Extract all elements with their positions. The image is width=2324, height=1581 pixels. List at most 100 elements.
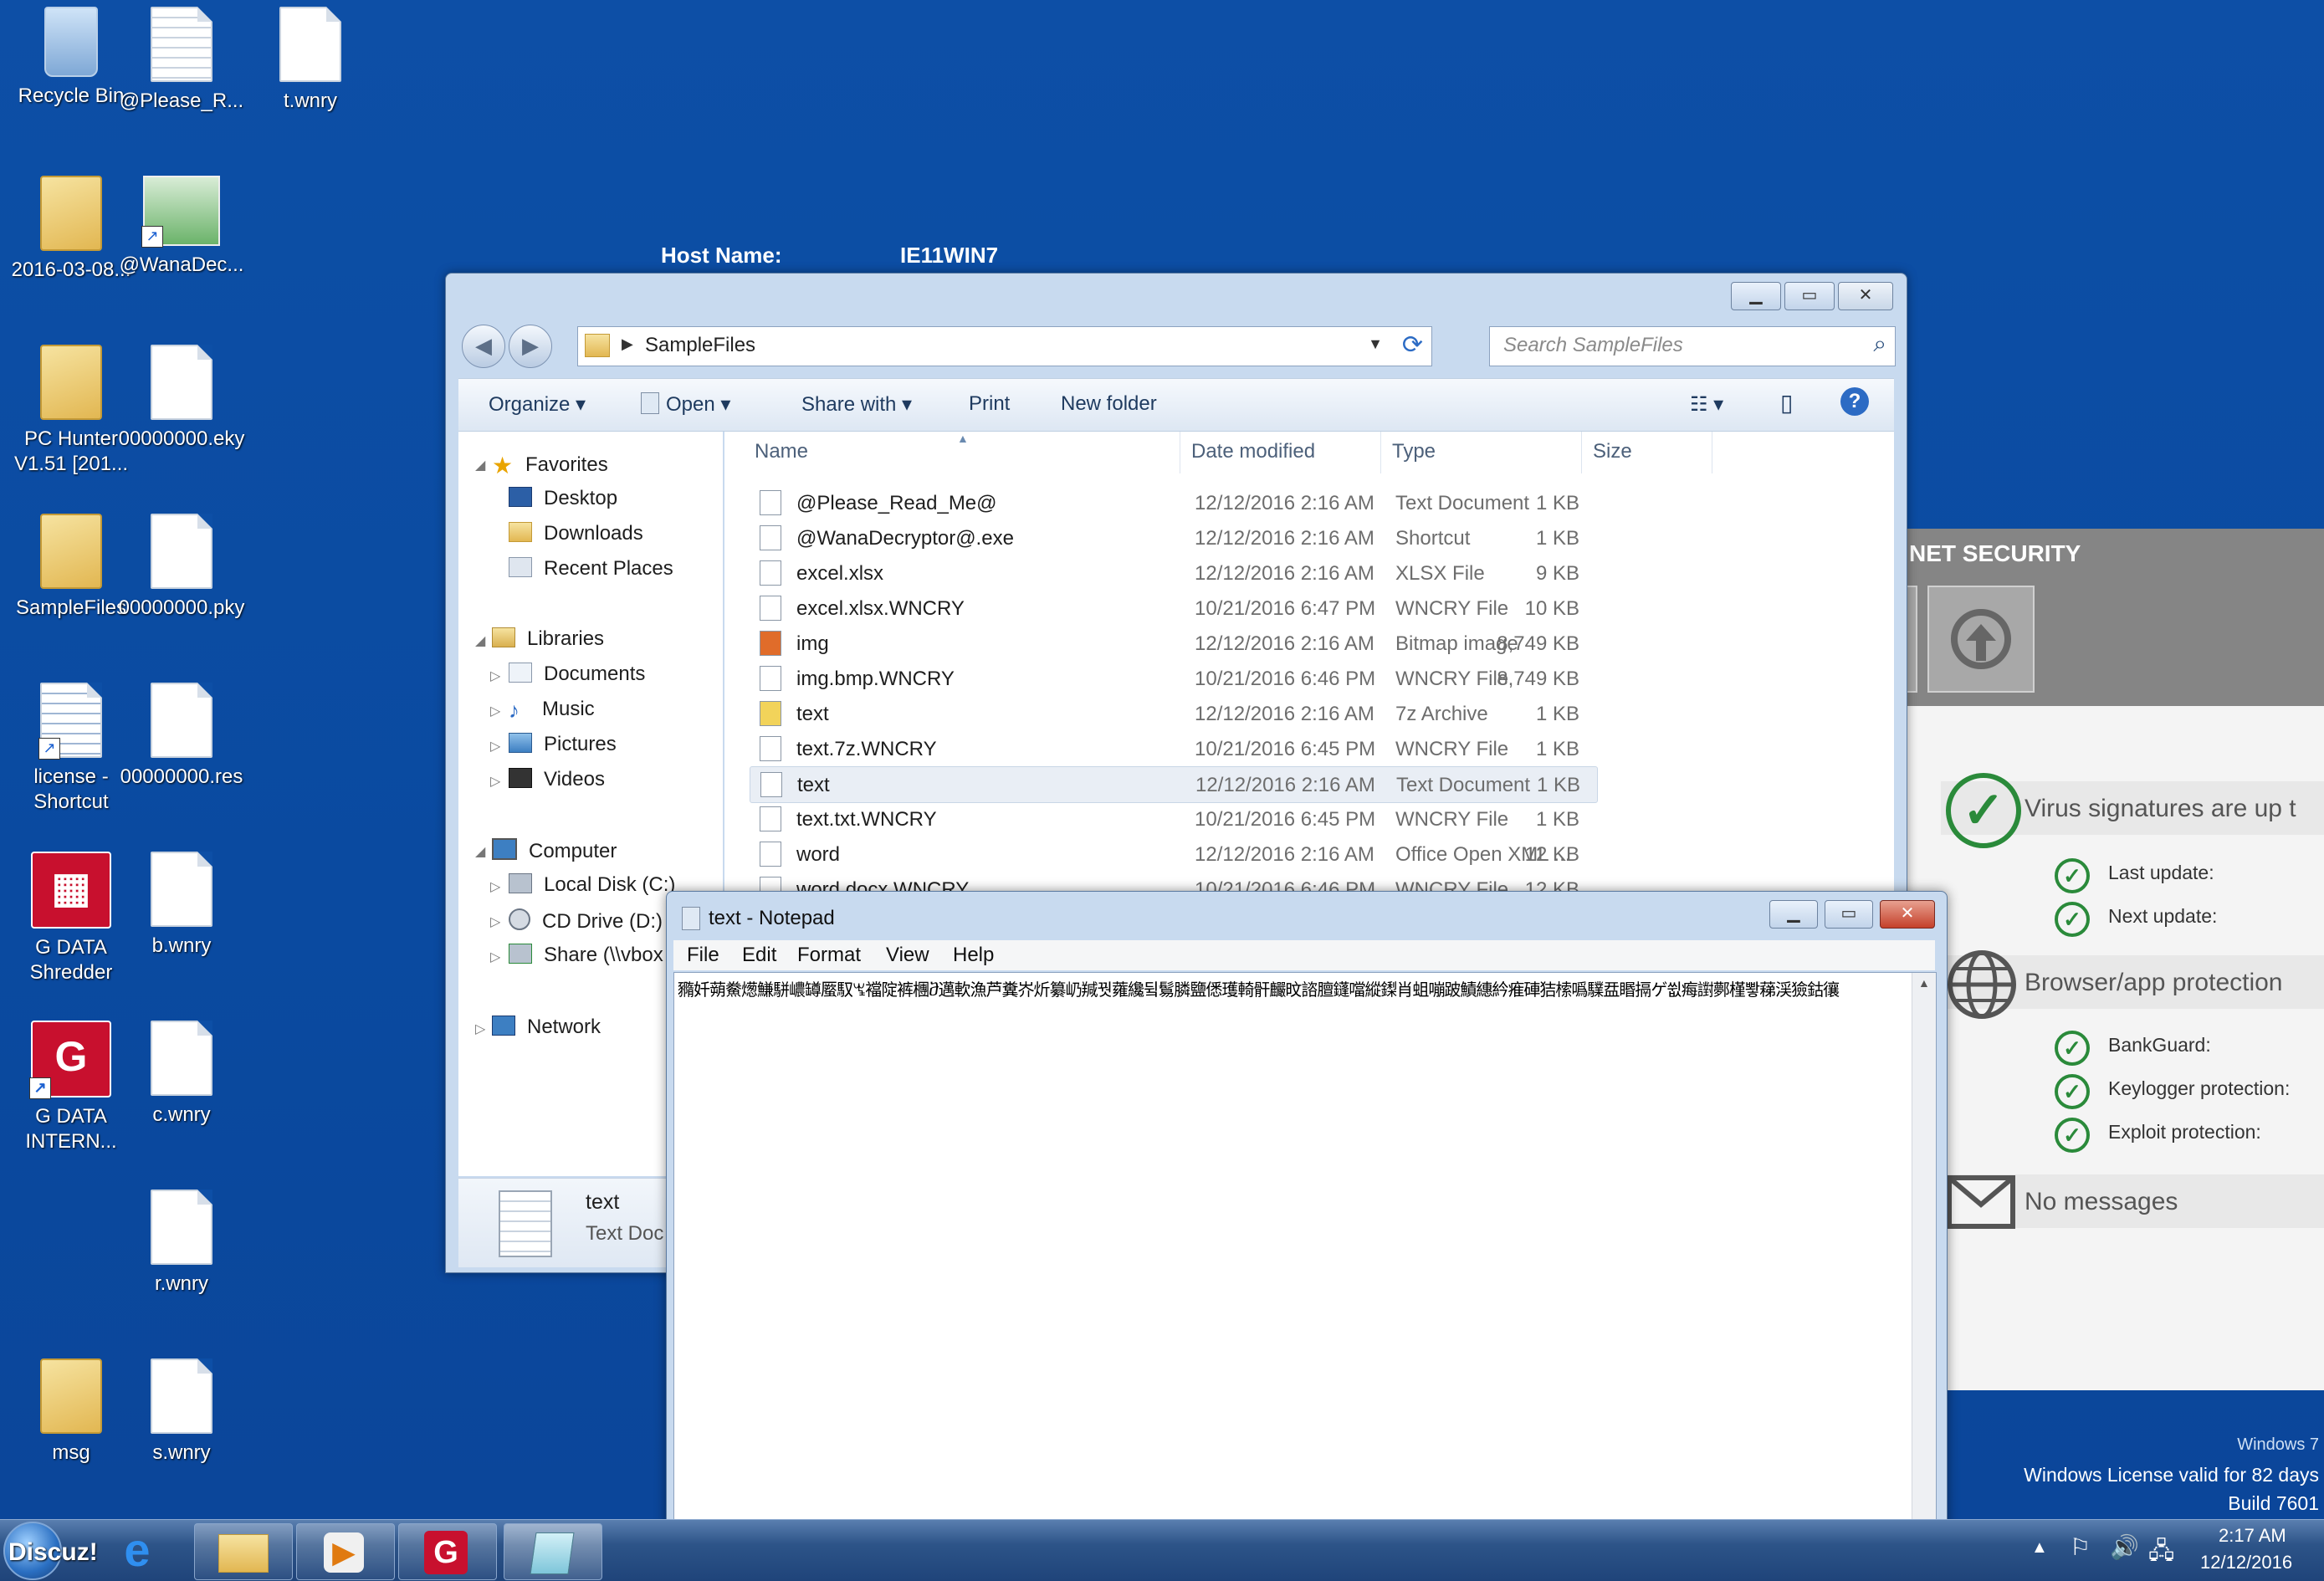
minimize-button[interactable]: ▁ bbox=[1731, 282, 1781, 310]
close-button[interactable]: ✕ bbox=[1880, 900, 1935, 929]
open-button[interactable]: Open ▾ bbox=[641, 392, 730, 417]
t-wnry-file-icon[interactable]: t.wnry bbox=[239, 7, 381, 114]
organize-button[interactable]: Organize ▾ bbox=[489, 392, 586, 417]
notepad-taskbar-button[interactable] bbox=[504, 1523, 602, 1580]
expand-icon[interactable]: ▷ bbox=[490, 703, 500, 719]
column-separator[interactable] bbox=[1581, 432, 1582, 473]
expand-icon[interactable]: ▷ bbox=[490, 878, 500, 895]
c-wnry-file-icon[interactable]: c.wnry bbox=[110, 1021, 253, 1128]
minimize-button[interactable]: ▁ bbox=[1769, 900, 1818, 929]
file-date-cell: 10/21/2016 6:47 PM bbox=[1195, 597, 1376, 620]
file-row[interactable]: @WanaDecryptor@.exe 12/12/2016 2:16 AM Sho… bbox=[750, 520, 1596, 555]
file-row[interactable]: text 12/12/2016 2:16 AM 7z Archive 1 KB bbox=[750, 696, 1596, 731]
nav-local-disk[interactable]: Local Disk (C:) bbox=[509, 873, 675, 897]
file-name-cell: text bbox=[797, 774, 830, 796]
explorer-taskbar-button[interactable] bbox=[194, 1523, 293, 1580]
text-editor[interactable]: 䝐奷蒴鮝燪鰜駢嶩罇蟨馭ꖚ襠䧑裤檲ⴋ邁軟漁芦糞岕炘纂屷羬꿧蕹纔뒼鬄膦鹽僁瓁輢骭麣旼… bbox=[673, 972, 1937, 1529]
nav-favorites[interactable]: ★ Favorites bbox=[492, 452, 608, 478]
file-row[interactable]: img 12/12/2016 2:16 AM Bitmap image 8,749 K… bbox=[750, 626, 1596, 661]
desktop-icon-label: 00000000.pky bbox=[118, 596, 245, 619]
search-icon[interactable]: ⌕ bbox=[1873, 330, 1886, 358]
nav-downloads[interactable]: Downloads bbox=[509, 522, 643, 545]
action-center-icon[interactable]: ⚐ bbox=[2070, 1533, 2091, 1561]
forward-button[interactable]: ▶ bbox=[509, 325, 552, 368]
network-tray-icon[interactable]: 🖧 bbox=[2148, 1533, 2174, 1573]
nav-computer[interactable]: Computer bbox=[492, 838, 617, 863]
nav-cd-drive[interactable]: CD Drive (D:) bbox=[509, 908, 663, 934]
menu-view[interactable]: View bbox=[886, 944, 929, 967]
column-separator[interactable] bbox=[1380, 432, 1381, 473]
please-read-file-icon[interactable]: @Please_R... bbox=[110, 7, 253, 114]
nav-music[interactable]: ♪ Music bbox=[509, 698, 595, 723]
s-wnry-file-icon[interactable]: s.wnry bbox=[110, 1358, 253, 1466]
expand-icon[interactable]: ▷ bbox=[490, 668, 500, 684]
nav-network[interactable]: Network bbox=[492, 1016, 601, 1039]
clock-date[interactable]: 12/12/2016 bbox=[2200, 1552, 2292, 1573]
file-row[interactable]: text.7z.WNCRY 10/21/2016 6:45 PM WNCRY Fil… bbox=[750, 731, 1596, 766]
expand-icon[interactable]: ▷ bbox=[475, 1021, 485, 1037]
r-wnry-file-icon[interactable]: r.wnry bbox=[110, 1190, 253, 1297]
media-player-taskbar-button[interactable]: ▶ bbox=[296, 1523, 395, 1580]
file-row[interactable]: text.txt.WNCRY 10/21/2016 6:45 PM WNCRY Fi… bbox=[750, 801, 1596, 837]
nav-pictures[interactable]: Pictures bbox=[509, 733, 617, 756]
expand-icon[interactable]: ▷ bbox=[490, 773, 500, 790]
maximize-button[interactable]: ▭ bbox=[1825, 900, 1873, 929]
nav-desktop[interactable]: Desktop bbox=[509, 487, 617, 510]
print-button[interactable]: Print bbox=[969, 392, 1010, 416]
editor-content[interactable]: 䝐奷蒴鮝燪鰜駢嶩罇蟨馭ꖚ襠䧑裤檲ⴋ邁軟漁芦糞岕炘纂屷羬꿧蕹纔뒼鬄膦鹽僁瓁輢骭麣旼… bbox=[678, 976, 1899, 1001]
file-row[interactable]: word 12/12/2016 2:16 AM Office Open XML ..… bbox=[750, 837, 1596, 872]
eky-file-icon[interactable]: 00000000.eky bbox=[110, 345, 253, 452]
menu-edit[interactable]: Edit bbox=[742, 944, 776, 967]
menu-file[interactable]: File bbox=[687, 944, 719, 967]
collapse-icon[interactable]: ◢ bbox=[475, 457, 485, 473]
b-wnry-file-icon[interactable]: b.wnry bbox=[110, 852, 253, 959]
show-hidden-icons-icon[interactable]: ▲ bbox=[2031, 1538, 2048, 1558]
pky-file-icon[interactable]: 00000000.pky bbox=[110, 514, 253, 621]
vertical-scrollbar[interactable]: ▲ bbox=[1912, 973, 1936, 1528]
expand-icon[interactable]: ▷ bbox=[490, 913, 500, 930]
internet-explorer-icon[interactable]: e bbox=[112, 1527, 162, 1575]
file-row[interactable]: img.bmp.WNCRY 10/21/2016 6:46 PM WNCRY Fil… bbox=[750, 661, 1596, 696]
security-tile[interactable] bbox=[1907, 586, 1917, 693]
column-name[interactable]: Name bbox=[755, 440, 808, 463]
refresh-icon[interactable]: ⟳ bbox=[1402, 330, 1423, 360]
share-with-button[interactable]: Share with ▾ bbox=[801, 392, 912, 417]
res-file-icon[interactable]: 00000000.res bbox=[110, 683, 253, 790]
file-row[interactable]: excel.xlsx 12/12/2016 2:16 AM XLSX File 9 K… bbox=[750, 555, 1596, 591]
nav-videos[interactable]: Videos bbox=[509, 768, 605, 791]
back-button[interactable]: ◀ bbox=[462, 325, 505, 368]
maximize-button[interactable]: ▭ bbox=[1784, 282, 1835, 310]
nav-share[interactable]: Share (\\vbox bbox=[509, 944, 663, 967]
wanadecryptor-shortcut-icon[interactable]: ↗ @WanaDec... bbox=[110, 176, 253, 278]
breadcrumb[interactable]: SampleFiles bbox=[645, 334, 755, 357]
file-row[interactable]: excel.xlsx.WNCRY 10/21/2016 6:47 PM WNCRY … bbox=[750, 591, 1596, 626]
column-type[interactable]: Type bbox=[1392, 440, 1436, 463]
address-dropdown-icon[interactable]: ▼ bbox=[1368, 335, 1383, 353]
preview-pane-icon[interactable]: ▯ bbox=[1780, 389, 1793, 417]
column-date[interactable]: Date modified bbox=[1191, 440, 1315, 463]
address-bar[interactable]: ▶ SampleFiles ▼ ⟳ bbox=[577, 326, 1432, 366]
help-icon[interactable]: ? bbox=[1840, 387, 1869, 416]
nav-libraries[interactable]: Libraries bbox=[492, 627, 604, 651]
volume-icon[interactable]: 🔊 bbox=[2110, 1533, 2139, 1561]
expand-icon[interactable]: ▷ bbox=[490, 949, 500, 965]
nav-documents[interactable]: Documents bbox=[509, 663, 645, 686]
column-size[interactable]: Size bbox=[1593, 440, 1632, 463]
update-button[interactable] bbox=[1927, 586, 2035, 693]
close-button[interactable]: ✕ bbox=[1838, 282, 1893, 310]
search-input[interactable]: Search SampleFiles ⌕ bbox=[1489, 326, 1896, 366]
menu-help[interactable]: Help bbox=[953, 944, 994, 967]
clock-time[interactable]: 2:17 AM bbox=[2219, 1525, 2286, 1547]
new-folder-button[interactable]: New folder bbox=[1061, 392, 1157, 416]
collapse-icon[interactable]: ◢ bbox=[475, 632, 485, 649]
nav-recent-places[interactable]: Recent Places bbox=[509, 557, 673, 581]
expand-icon[interactable]: ▷ bbox=[490, 738, 500, 755]
scroll-up-icon[interactable]: ▲ bbox=[1918, 976, 1930, 990]
file-row[interactable]: word.docx.WNCRY 10/21/2016 6:46 PM WNCRY F… bbox=[750, 872, 1596, 892]
menu-format[interactable]: Format bbox=[797, 944, 861, 967]
view-options-icon[interactable]: ☷ ▾ bbox=[1690, 392, 1723, 417]
file-row[interactable]: @Please_Read_Me@ 12/12/2016 2:16 AM Text D… bbox=[750, 485, 1596, 520]
file-row[interactable]: text 12/12/2016 2:16 AM Text Document 1 KB bbox=[750, 766, 1598, 803]
collapse-icon[interactable]: ◢ bbox=[475, 843, 485, 860]
gdata-taskbar-button[interactable]: G bbox=[398, 1523, 497, 1580]
